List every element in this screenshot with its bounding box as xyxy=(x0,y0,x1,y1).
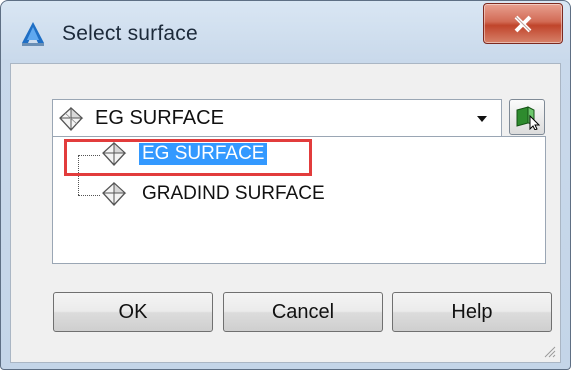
window-title: Select surface xyxy=(62,22,198,45)
dropdown-value: EG SURFACE xyxy=(95,107,224,129)
tree-connector xyxy=(78,195,100,196)
surface-icon xyxy=(58,106,84,132)
dialog-window: Select surface EG SURFACE EG SURFACE GRA… xyxy=(0,0,571,370)
cancel-button[interactable]: Cancel xyxy=(223,292,383,332)
chevron-down-icon[interactable] xyxy=(477,116,487,122)
resize-grip-icon[interactable] xyxy=(542,344,556,358)
surface-icon xyxy=(101,141,127,167)
dialog-body: EG SURFACE EG SURFACE GRADIND SURFACE OK… xyxy=(10,63,561,363)
pick-surface-icon xyxy=(516,106,540,130)
tree-connector xyxy=(78,155,79,195)
tree-connector xyxy=(78,155,100,156)
close-icon xyxy=(514,15,532,32)
surface-icon xyxy=(101,181,127,207)
surface-tree[interactable]: EG SURFACE GRADIND SURFACE xyxy=(52,136,546,264)
tree-item-label: EG SURFACE xyxy=(139,143,268,165)
ok-button[interactable]: OK xyxy=(53,292,213,332)
help-button[interactable]: Help xyxy=(392,292,552,332)
tree-item-eg-surface[interactable]: EG SURFACE xyxy=(101,141,301,171)
pick-from-drawing-button[interactable] xyxy=(509,99,545,135)
title-bar[interactable]: Select surface xyxy=(1,1,570,63)
tree-item-label: GRADIND SURFACE xyxy=(142,183,325,204)
autocad-civil-icon xyxy=(21,21,45,47)
tree-item-gradind-surface[interactable]: GRADIND SURFACE xyxy=(101,181,361,211)
close-button[interactable] xyxy=(483,3,563,44)
surface-dropdown[interactable]: EG SURFACE xyxy=(52,99,502,137)
